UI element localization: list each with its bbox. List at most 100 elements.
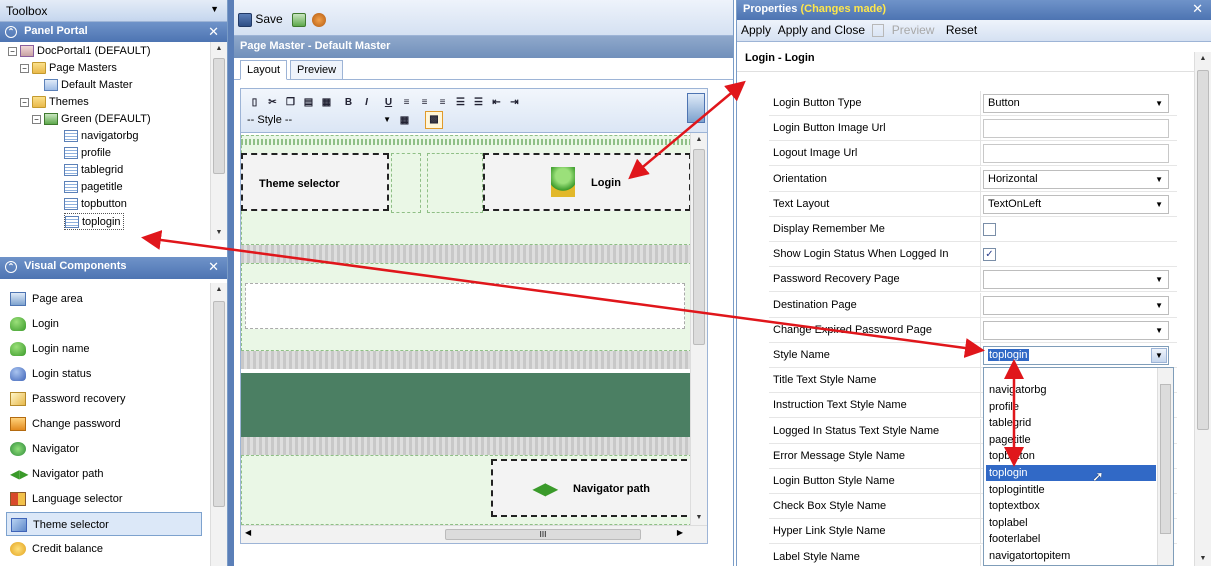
table-icon[interactable]: ▦ xyxy=(397,113,412,128)
property-select[interactable]: ▼ xyxy=(983,295,1169,315)
copy-icon[interactable]: ❐ xyxy=(283,95,298,110)
tree-node-green-theme[interactable]: − Green (DEFAULT) xyxy=(32,111,151,128)
tree-node-portal[interactable]: − DocPortal1 (DEFAULT) xyxy=(8,43,151,60)
style-name-dropdown-list[interactable]: navigatorbg profile tablegrid pagetitle topb… xyxy=(983,367,1174,566)
scroll-right-icon[interactable]: ▶ xyxy=(677,528,683,537)
property-select[interactable]: Horizontal ▼ xyxy=(983,169,1169,189)
indent-icon[interactable]: ⇥ xyxy=(507,95,522,110)
collapse-icon[interactable]: ⌃ xyxy=(5,26,17,38)
property-select[interactable]: Button ▼ xyxy=(983,94,1169,113)
navigator-path-widget[interactable]: ◀▶ Navigator path xyxy=(491,459,697,517)
close-icon[interactable]: ✕ xyxy=(1192,1,1203,17)
properties-button[interactable] xyxy=(292,10,306,28)
component-theme-selector[interactable]: Theme selector xyxy=(6,512,202,536)
scroll-thumb[interactable] xyxy=(1197,70,1209,430)
login-widget[interactable]: Login xyxy=(483,153,691,211)
tree-node-style[interactable]: navigatorbg xyxy=(64,128,139,145)
component-change-password[interactable]: Change password xyxy=(6,412,202,436)
canvas-hscrollbar[interactable]: ◀ III ▶ xyxy=(241,525,707,543)
property-input[interactable] xyxy=(983,119,1169,139)
collapse-toggle-icon[interactable]: − xyxy=(8,46,17,56)
scroll-up-icon[interactable]: ▲ xyxy=(691,133,707,147)
dropdown-button-icon[interactable]: ▼ xyxy=(1151,348,1167,363)
toolbox-dropdown-icon[interactable]: ▼ xyxy=(210,4,219,14)
component-password-recovery[interactable]: Password recovery xyxy=(6,387,202,411)
tab-layout[interactable]: Layout xyxy=(240,60,288,80)
align-left-icon[interactable]: ≡ xyxy=(399,95,414,110)
component-navigator[interactable]: Navigator xyxy=(6,437,202,461)
component-page-area[interactable]: Page area xyxy=(6,287,202,311)
dropdown-option[interactable]: toptextbox xyxy=(988,498,1156,514)
collapse-toggle-icon[interactable]: − xyxy=(20,97,29,107)
tree-node-themes[interactable]: − Themes xyxy=(20,94,89,111)
tree-node-page-masters[interactable]: − Page Masters xyxy=(20,60,117,77)
dropdown-option[interactable]: navigatorbg xyxy=(988,382,1156,398)
property-input[interactable] xyxy=(983,144,1169,164)
visual-components-header[interactable]: ⌃ Visual Components ✕ xyxy=(0,257,227,279)
apply-button[interactable]: Apply xyxy=(741,23,771,37)
scroll-thumb[interactable] xyxy=(213,58,225,174)
tree-node-default-master[interactable]: Default Master xyxy=(44,77,133,94)
dropdown-option[interactable]: tablegrid xyxy=(988,415,1156,431)
component-login-name[interactable]: Login name xyxy=(6,337,202,361)
dropdown-scrollbar[interactable] xyxy=(1157,368,1173,565)
style-select[interactable]: -- Style -- ▼ xyxy=(245,113,393,129)
components-scrollbar[interactable]: ▲ ▼ xyxy=(210,283,227,566)
tree-node-style[interactable]: profile xyxy=(64,145,111,162)
collapse-toggle-icon[interactable]: − xyxy=(20,63,29,73)
tree-node-style[interactable]: topbutton xyxy=(64,196,127,213)
align-right-icon[interactable]: ≡ xyxy=(435,95,450,110)
apply-and-close-button[interactable]: Apply and Close xyxy=(778,23,865,37)
preview-button[interactable]: Preview xyxy=(872,23,941,38)
content-placeholder[interactable] xyxy=(245,283,685,329)
component-navigator-path[interactable]: ◀▶ Navigator path xyxy=(6,462,202,486)
bold-icon[interactable]: B xyxy=(341,95,356,110)
collapse-toggle-icon[interactable]: − xyxy=(32,114,41,124)
theme-selector-widget[interactable]: Theme selector xyxy=(241,153,389,211)
tree-scrollbar[interactable]: ▲ ▼ xyxy=(210,42,227,240)
component-language-selector[interactable]: Language selector xyxy=(6,487,202,511)
property-select[interactable]: ▼ xyxy=(983,270,1169,290)
reset-button[interactable]: Reset xyxy=(946,23,977,37)
component-drop-icon[interactable] xyxy=(687,93,705,123)
close-icon[interactable]: ✕ xyxy=(208,259,219,275)
property-select[interactable]: ▼ xyxy=(983,320,1169,340)
component-credit-balance[interactable]: Credit balance xyxy=(6,537,202,561)
underline-icon[interactable]: U xyxy=(381,95,396,110)
property-checkbox[interactable] xyxy=(983,223,996,236)
save-button[interactable]: Save xyxy=(238,10,283,28)
scroll-down-icon[interactable]: ▼ xyxy=(691,511,707,525)
outdent-icon[interactable]: ⇤ xyxy=(489,95,504,110)
new-doc-icon[interactable]: ▯ xyxy=(247,95,262,110)
dropdown-option[interactable]: toplogin xyxy=(986,465,1156,481)
tree-node-style-selected[interactable]: toplogin xyxy=(64,213,124,230)
tree-node-style[interactable]: tablegrid xyxy=(64,162,123,179)
tree-node-style[interactable]: pagetitle xyxy=(64,179,123,196)
property-checkbox[interactable]: ✓ xyxy=(983,248,996,262)
scroll-up-icon[interactable]: ▲ xyxy=(211,283,227,297)
scroll-down-icon[interactable]: ▼ xyxy=(1195,552,1211,566)
style-name-combobox[interactable]: toplogin ▼ xyxy=(983,346,1169,365)
close-icon[interactable]: ✕ xyxy=(208,24,219,40)
component-login[interactable]: Login xyxy=(6,312,202,336)
dropdown-option[interactable]: topbutton xyxy=(988,448,1156,464)
ordered-list-icon[interactable]: ☰ xyxy=(453,95,468,110)
show-blocks-icon[interactable]: ▩ xyxy=(425,111,443,129)
scroll-thumb[interactable] xyxy=(1160,384,1171,534)
scroll-thumb[interactable] xyxy=(693,149,705,345)
dropdown-option[interactable]: footerlabel xyxy=(988,531,1156,547)
scroll-down-icon[interactable]: ▼ xyxy=(211,226,227,240)
scroll-up-icon[interactable]: ▲ xyxy=(211,42,227,56)
component-login-status[interactable]: Login status xyxy=(6,362,202,386)
dropdown-option[interactable]: toplabel xyxy=(988,515,1156,531)
layout-cell[interactable] xyxy=(427,153,483,213)
dropdown-option[interactable]: navigatortopitem xyxy=(988,548,1156,564)
properties-scrollbar[interactable]: ▲ ▼ xyxy=(1194,52,1211,566)
scroll-thumb[interactable] xyxy=(213,301,225,507)
paste-text-icon[interactable]: ▦ xyxy=(319,95,334,110)
scroll-left-icon[interactable]: ◀ xyxy=(245,528,251,537)
panel-portal-header[interactable]: ⌃ Panel Portal ✕ xyxy=(0,22,227,42)
layout-cell[interactable] xyxy=(391,153,421,213)
settings-button[interactable] xyxy=(312,10,326,28)
scroll-up-icon[interactable]: ▲ xyxy=(1195,52,1211,66)
